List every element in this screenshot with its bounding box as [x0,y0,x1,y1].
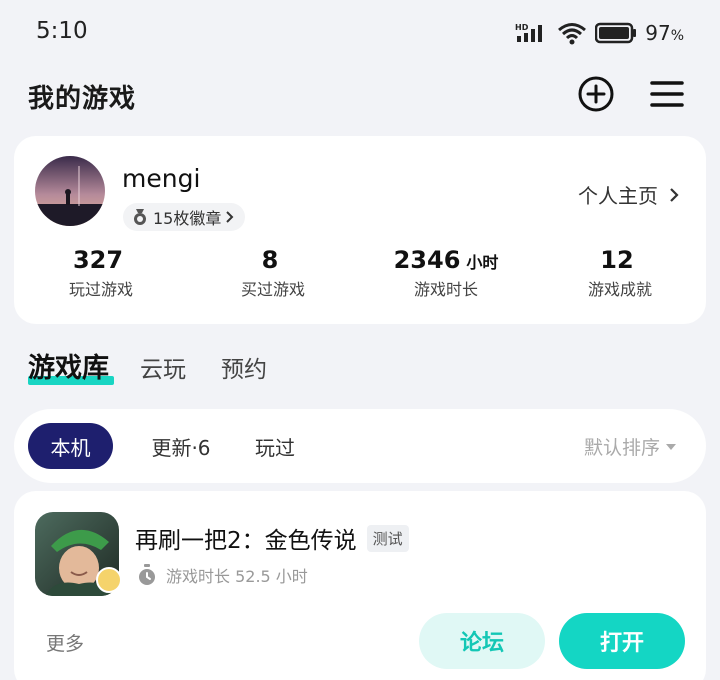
stat-value: 8 [261,246,279,274]
svg-text:HD: HD [515,23,529,32]
more-button[interactable]: 更多 [46,629,84,656]
filter-chip-local[interactable]: 本机 [28,423,113,469]
emoji-badge-icon [96,567,122,593]
stat-label: 游戏时长 [413,280,478,299]
stat-played-games[interactable]: 327 玩过游戏 [21,246,181,300]
profile-home-link[interactable]: 个人主页 [578,180,680,209]
stat-bought-games[interactable]: 8 买过游戏 [193,246,353,300]
open-game-button[interactable]: 打开 [559,613,685,669]
status-bar: 5:10 HD 97% [0,0,720,66]
page-title: 我的游戏 [28,84,137,114]
badges-label: 15枚徽章 [153,209,222,228]
signal-icon: HD [515,23,543,42]
game-title-text: 再刷一把2：金色传说 [135,528,357,554]
game-title[interactable]: 再刷一把2：金色传说 测试 [135,521,409,555]
stat-achievements[interactable]: 12 游戏成就 [540,246,700,300]
tab-library[interactable]: 游戏库 [28,346,109,385]
medal-icon [134,209,146,225]
chevron-right-icon [226,211,234,223]
sort-label: 默认排序 [583,437,660,459]
username: mengi [122,164,201,193]
badges-button[interactable]: 15枚徽章 [123,203,246,231]
test-tag: 测试 [366,524,409,552]
playtime-label: 游戏时长 52.5 小时 [166,567,308,586]
stat-value: 2346 小时 [393,246,499,274]
stopwatch-icon [139,564,155,585]
menu-button[interactable] [647,74,687,114]
battery-percent: 97% [645,21,684,45]
avatar[interactable] [35,156,105,226]
stat-label: 游戏成就 [587,280,652,299]
filter-chip-played[interactable]: 玩过 [236,423,314,469]
profile-home-label: 个人主页 [578,184,658,208]
caret-down-icon [666,443,676,450]
page-header: 我的游戏 [0,66,720,130]
stat-label: 玩过游戏 [68,280,133,299]
stat-value: 327 [72,246,124,274]
wifi-icon [558,23,587,45]
stat-label: 买过游戏 [240,280,305,299]
stats-row: 327 玩过游戏 8 买过游戏 2346 小时 游戏时长 12 游戏成就 [14,246,706,310]
game-playtime: 游戏时长 52.5 小时 [136,563,308,587]
tab-cloud-play[interactable]: 云玩 [140,350,186,384]
profile-card: mengi 15枚徽章 个人主页 327 玩过游戏 8 买过游戏 2346 小时 … [14,136,706,324]
chevron-right-icon [670,187,679,202]
menu-icon [650,81,684,107]
avatar-image [35,156,105,226]
stat-value: 12 [600,246,634,274]
library-tabs: 游戏库 云玩 预约 [0,346,720,392]
filter-bar: 本机 更新·6 玩过 默认排序 [14,409,706,483]
stat-play-time[interactable]: 2346 小时 游戏时长 [366,246,526,300]
status-time: 5:10 [36,18,88,44]
forum-button[interactable]: 论坛 [419,613,545,669]
filter-chip-updates[interactable]: 更新·6 [126,423,236,469]
battery-icon [595,22,637,44]
game-card[interactable]: 再刷一把2：金色传说 测试 游戏时长 52.5 小时 更多 论坛 打开 [14,491,706,680]
status-icons: HD 97% [515,20,684,46]
sort-dropdown[interactable]: 默认排序 [584,433,676,460]
add-game-button[interactable] [576,74,616,114]
add-circle-icon [578,76,614,112]
tab-reservation[interactable]: 预约 [221,350,267,384]
